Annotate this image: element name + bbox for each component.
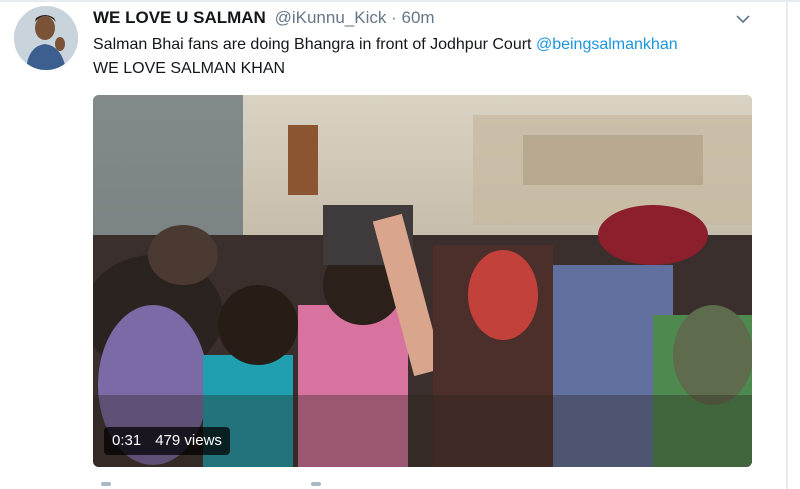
author-avatar[interactable] xyxy=(14,6,78,70)
author-handle[interactable]: @iKunnu_Kick xyxy=(275,8,387,27)
avatar-image xyxy=(14,6,78,70)
header-separator: · xyxy=(391,8,397,27)
video-player[interactable] xyxy=(93,95,752,467)
video-views: 479 views xyxy=(155,432,222,449)
tweet-header: WE LOVE U SALMAN @iKunnu_Kick · 60m xyxy=(93,8,435,28)
reply-icon[interactable] xyxy=(101,482,111,486)
tweet-text-line-1: Salman Bhai fans are doing Bhangra in fr… xyxy=(93,33,773,57)
video-frame xyxy=(93,95,752,467)
tweet-text-line-2: WE LOVE SALMAN KHAN xyxy=(93,60,286,77)
video-info-badge: 0:31 479 views xyxy=(104,427,230,455)
author-name[interactable]: WE LOVE U SALMAN xyxy=(93,8,266,27)
mention-link[interactable]: @beingsalmankhan xyxy=(536,36,678,53)
tweet-timestamp[interactable]: 60m xyxy=(401,8,434,27)
chevron-down-icon[interactable] xyxy=(734,10,752,28)
video-duration: 0:31 xyxy=(112,432,142,449)
tweet-actions-bar xyxy=(93,480,752,489)
top-divider xyxy=(0,0,800,2)
like-icon[interactable] xyxy=(311,482,321,486)
tweet-body: Salman Bhai fans are doing Bhangra in fr… xyxy=(93,36,532,53)
tweet-text: Salman Bhai fans are doing Bhangra in fr… xyxy=(93,33,773,81)
right-scrollbar-track[interactable] xyxy=(786,0,788,489)
